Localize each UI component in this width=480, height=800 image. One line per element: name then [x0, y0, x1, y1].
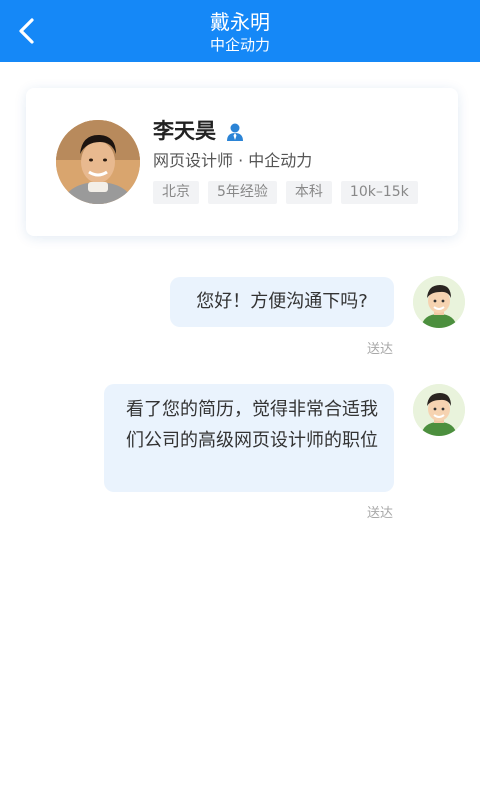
tag-education: 本科: [285, 181, 332, 204]
candidate-tags: 北京 5年经验 本科 10k–15k: [153, 181, 418, 204]
my-avatar: [413, 276, 465, 328]
top-bar: 戴永明 中企动力: [0, 0, 480, 62]
my-avatar: [413, 384, 465, 436]
person-badge-icon: [227, 123, 243, 141]
tag-experience: 5年经验: [208, 181, 277, 204]
candidate-name: 李天昊: [153, 119, 216, 143]
chat-partner-company: 中企动力: [209, 36, 270, 54]
tag-location: 北京: [153, 181, 199, 204]
message-bubble[interactable]: 看了您的简历，觉得非常合适我们公司的高级网页设计师的职位: [104, 384, 394, 492]
candidate-card[interactable]: 李天昊 网页设计师 · 中企动力 北京 5年经验 本科 10k–15k: [26, 88, 458, 236]
message-bubble[interactable]: 您好！方便沟通下吗?: [170, 277, 394, 327]
candidate-position: 网页设计师 · 中企动力: [153, 151, 313, 170]
message-status: 送达: [367, 506, 394, 521]
chat-partner-name: 戴永明: [210, 10, 270, 34]
candidate-avatar: [56, 120, 140, 204]
message-status: 送达: [367, 342, 394, 357]
tag-salary: 10k–15k: [340, 181, 418, 204]
